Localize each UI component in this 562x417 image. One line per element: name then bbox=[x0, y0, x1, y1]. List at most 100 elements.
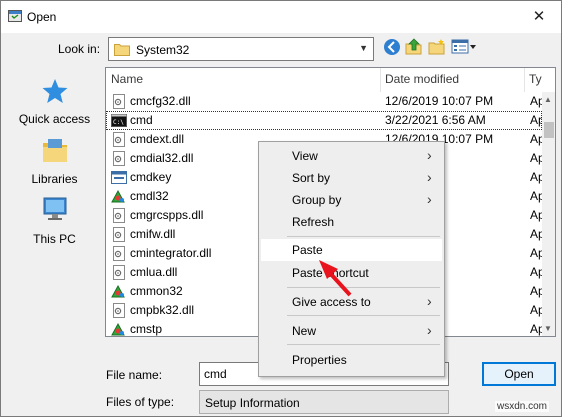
exe-icon bbox=[111, 322, 127, 336]
file-name-label: File name: bbox=[106, 368, 163, 382]
dll-icon bbox=[111, 246, 127, 261]
places-bar: Quick access Libraries This PC bbox=[8, 67, 101, 267]
file-type-value: Setup Information bbox=[205, 396, 300, 410]
window-title: Open bbox=[27, 10, 57, 24]
scroll-up-icon[interactable]: ▲ bbox=[544, 95, 552, 104]
place-libraries[interactable]: Libraries bbox=[8, 137, 101, 186]
file-name: cmmon32 bbox=[130, 284, 183, 298]
file-name: cmdial32.dll bbox=[130, 151, 194, 165]
new-folder-button[interactable] bbox=[427, 38, 447, 58]
app-icon bbox=[111, 170, 127, 185]
dll-icon bbox=[111, 151, 127, 166]
menu-item-label: Give access to bbox=[292, 295, 371, 309]
back-button[interactable] bbox=[382, 38, 402, 58]
menu-separator bbox=[287, 315, 440, 316]
column-header-name[interactable]: Name bbox=[106, 68, 382, 92]
menu-item-group-by[interactable]: Group by › bbox=[261, 189, 442, 211]
place-label: Quick access bbox=[18, 112, 91, 126]
exe-icon bbox=[111, 284, 127, 299]
back-arrow-icon bbox=[383, 38, 401, 59]
menu-separator bbox=[287, 287, 440, 288]
menu-item-label: Paste shortcut bbox=[292, 266, 369, 280]
chevron-right-icon: › bbox=[427, 191, 432, 207]
menu-item-view[interactable]: View › bbox=[261, 145, 442, 167]
file-row[interactable]: C:\ cmd 3/22/2021 6:56 AM Ap bbox=[106, 111, 545, 130]
up-folder-button[interactable] bbox=[404, 37, 424, 59]
dll-icon bbox=[111, 208, 127, 223]
chevron-right-icon: › bbox=[427, 322, 432, 338]
menu-item-label: Refresh bbox=[292, 215, 335, 229]
file-name: cmlua.dll bbox=[130, 265, 178, 279]
chevron-right-icon: › bbox=[427, 293, 432, 309]
menu-item-new[interactable]: New › bbox=[261, 320, 442, 342]
file-row[interactable]: cmcfg32.dll 12/6/2019 10:07 PM Ap bbox=[106, 92, 545, 111]
file-type-dropdown[interactable]: Setup Information bbox=[199, 390, 449, 414]
title-bar[interactable]: Open ✕ bbox=[1, 1, 561, 33]
chevron-down-icon: ▼ bbox=[359, 43, 368, 53]
file-name: cmcfg32.dll bbox=[130, 94, 191, 108]
menu-item-properties[interactable]: Properties bbox=[261, 349, 442, 371]
menu-separator bbox=[287, 236, 440, 237]
menu-item-refresh[interactable]: Refresh bbox=[261, 211, 442, 233]
console-icon: C:\ bbox=[111, 113, 127, 128]
file-name: cmstp bbox=[130, 322, 163, 336]
file-date: 3/22/2021 6:56 AM bbox=[385, 113, 486, 127]
context-menu: View › Sort by › Group by › Refresh Past… bbox=[258, 141, 445, 377]
menu-item-label: Paste bbox=[292, 243, 323, 257]
menu-item-give-access[interactable]: Give access to › bbox=[261, 291, 442, 313]
up-folder-icon bbox=[405, 37, 423, 59]
menu-item-label: Properties bbox=[292, 353, 347, 367]
menu-separator bbox=[287, 344, 440, 345]
menu-item-label: Group by bbox=[292, 193, 342, 207]
vertical-scrollbar[interactable]: ▲ ▼ bbox=[542, 92, 555, 336]
column-header-type[interactable]: Ty bbox=[524, 68, 554, 92]
new-folder-icon bbox=[428, 38, 446, 59]
menu-item-label: New bbox=[292, 324, 317, 338]
dll-icon bbox=[111, 132, 127, 147]
file-name: cmifw.dll bbox=[130, 227, 176, 241]
file-name: cmd bbox=[130, 113, 153, 127]
exe-icon bbox=[111, 189, 127, 204]
file-type-label: Files of type: bbox=[106, 395, 175, 409]
menu-item-label: Sort by bbox=[292, 171, 331, 185]
folder-icon bbox=[114, 43, 130, 59]
file-name: cmintegrator.dll bbox=[130, 246, 212, 260]
open-dialog: Open ✕ Look in: System32 ▼ Quick access … bbox=[0, 0, 562, 417]
chevron-right-icon: › bbox=[427, 147, 432, 163]
dll-icon bbox=[111, 303, 127, 318]
dll-icon bbox=[111, 265, 127, 280]
view-menu-button[interactable] bbox=[451, 38, 477, 58]
file-name: cmpbk32.dll bbox=[130, 303, 195, 317]
close-button[interactable]: ✕ bbox=[517, 1, 561, 31]
chevron-right-icon: › bbox=[427, 169, 432, 185]
dll-icon bbox=[111, 94, 127, 109]
menu-item-paste[interactable]: Paste bbox=[261, 239, 442, 261]
file-date: 12/6/2019 10:07 PM bbox=[385, 94, 494, 108]
menu-item-label: View bbox=[292, 149, 318, 163]
place-this-pc[interactable]: This PC bbox=[8, 195, 101, 246]
star-icon bbox=[41, 79, 69, 108]
computer-icon bbox=[40, 197, 70, 228]
look-in-dropdown[interactable]: System32 ▼ bbox=[108, 37, 374, 61]
column-header-date[interactable]: Date modified bbox=[380, 68, 525, 92]
file-name: cmdl32 bbox=[130, 189, 169, 203]
watermark: wsxdn.com bbox=[495, 401, 550, 412]
dll-icon bbox=[111, 227, 127, 242]
view-menu-icon bbox=[451, 39, 477, 58]
menu-item-sort-by[interactable]: Sort by › bbox=[261, 167, 442, 189]
open-button[interactable]: Open bbox=[482, 362, 556, 386]
file-name: cmgrcspps.dll bbox=[130, 208, 204, 222]
place-quick-access[interactable]: Quick access bbox=[8, 77, 101, 126]
look-in-label: Look in: bbox=[58, 42, 101, 56]
menu-item-paste-shortcut[interactable]: Paste shortcut bbox=[261, 262, 442, 284]
close-icon: ✕ bbox=[532, 8, 546, 25]
svg-text:C:\: C:\ bbox=[113, 119, 124, 126]
place-label: This PC bbox=[33, 232, 76, 246]
file-name: cmdext.dll bbox=[130, 132, 185, 146]
scroll-down-icon[interactable]: ▼ bbox=[544, 324, 552, 333]
libraries-icon bbox=[40, 139, 70, 168]
file-name: cmdkey bbox=[130, 170, 172, 184]
app-icon bbox=[8, 10, 22, 22]
scroll-thumb[interactable] bbox=[544, 122, 554, 138]
place-label: Libraries bbox=[31, 172, 78, 186]
